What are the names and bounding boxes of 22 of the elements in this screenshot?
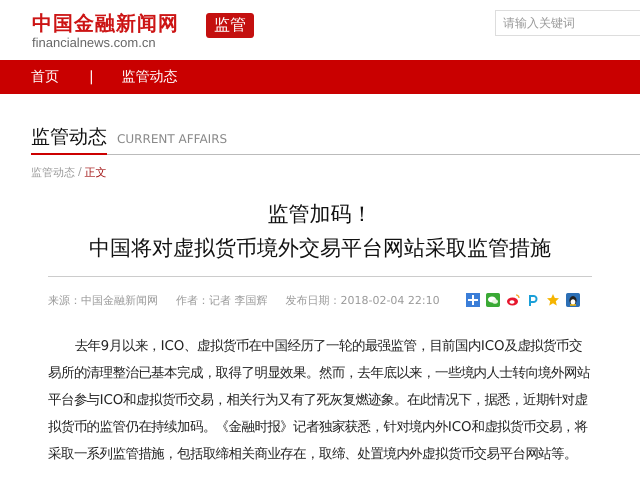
star-icon[interactable] — [546, 293, 560, 307]
article-meta: 发布日期：2018-02-04 22:10 — [286, 292, 440, 308]
article-paragraph: 去年9月以来，ICO、虚拟货币在中国经历了一轮的最强监管，目前国内ICO及虚拟货币交易所的清理整治已基本完成，取得了明显效果。然而，去年底以来，一些境内人士转向境外网站平台参与ICO和虚拟货币交易，相关行为又有了死灰复燃迹象。在此情况下，据悉，近期针对虚拟货币的监管仍在持续加码。《金融时报》记者独家获悉，针对境内外ICO和虚拟货币交易，将采取一系列监管措施，包括取缔相关商业存在，取缔、处置境内外虚拟货币交易平台网站等。 — [48, 338, 591, 464]
site-logo-title[interactable]: 中国金融新闻网 — [32, 10, 200, 34]
article-title: 监管加码！ — [268, 201, 372, 228]
channel-badge: 监管 — [206, 12, 254, 38]
nav-link[interactable]: 首页 — [31, 68, 59, 86]
penguin-icon[interactable] — [566, 293, 580, 307]
plus-icon[interactable] — [466, 293, 480, 307]
nav-separator: | — [89, 69, 94, 85]
p-letter-icon[interactable] — [526, 293, 540, 307]
breadcrumb-separator: / — [78, 165, 82, 180]
site-logo-domain: financialnews.com.cn — [32, 34, 157, 50]
chat-bubble-icon[interactable] — [486, 293, 500, 307]
nav-link[interactable]: 监管动态 — [122, 68, 178, 86]
article-meta: 来源：中国金融新闻网 — [48, 292, 158, 308]
search-field[interactable]: 请输入关键词 — [495, 10, 640, 36]
breadcrumb-link[interactable]: 正文 — [84, 165, 107, 180]
article-meta: 作者：记者 李国辉 — [176, 292, 268, 308]
article-title: 中国将对虚拟货币境外交易平台网站采取监管措施 — [89, 235, 551, 262]
section-title: 监管动态 — [31, 125, 107, 155]
section-subtitle: CURRENT AFFAIRS — [117, 132, 228, 146]
